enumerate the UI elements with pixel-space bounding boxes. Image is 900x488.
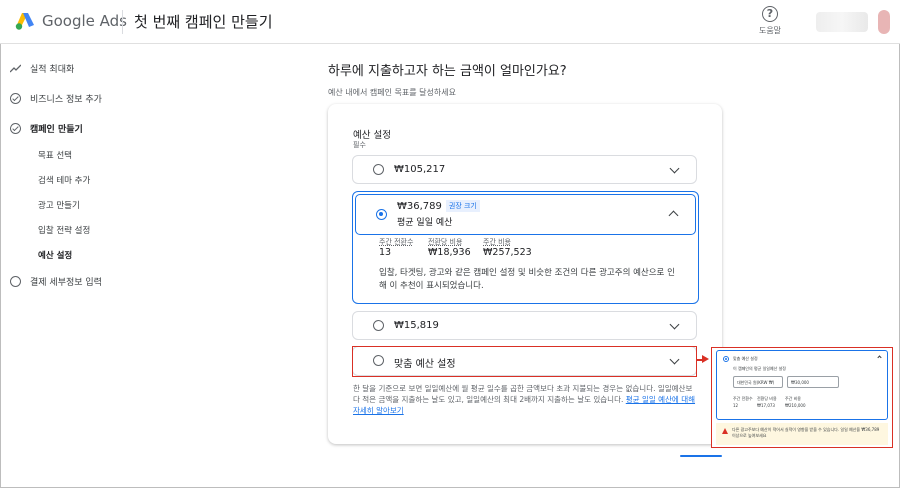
radio-button[interactable]	[373, 320, 384, 331]
option-amount: ₩105,217	[394, 164, 446, 175]
circle-icon	[10, 276, 21, 287]
arrow-head-icon	[702, 355, 709, 363]
budget-option-recommended[interactable]: ₩36,789 권장 크기 평균 일일 예산 주간 전환수 13 전환당 비용 ₩…	[352, 191, 699, 304]
radio-button-selected	[723, 356, 729, 362]
required-label: 필수	[353, 141, 366, 149]
stat-value: ₩257,523	[483, 247, 532, 258]
top-bar: Google Ads 첫 번째 캠페인 만들기 ? 도움말	[0, 0, 900, 44]
zoomed-custom-budget-panel: 맞춤 예산 설정 이 캠페인의 평균 일일예산 설정 대한민국 원(KRW ₩)…	[711, 347, 893, 448]
avatar[interactable]	[878, 10, 890, 34]
sidebar-item-label: 비즈니스 정보 추가	[30, 95, 102, 105]
page-title: 첫 번째 캠페인 만들기	[134, 13, 273, 31]
next-button[interactable]	[680, 455, 722, 457]
main-subtitle: 예산 내에서 캠페인 목표를 달성하세요	[328, 88, 456, 97]
warning-icon	[722, 428, 728, 434]
option-amount-line: ₩36,789 권장 크기	[397, 200, 480, 212]
brand-name: Google Ads	[42, 12, 127, 30]
recommended-badge: 권장 크기	[445, 200, 480, 212]
help-icon: ?	[762, 6, 778, 22]
highlight-box	[352, 346, 697, 377]
zoom-stat-value: 12	[733, 403, 739, 408]
option-header[interactable]: ₩36,789 권장 크기 평균 일일 예산	[355, 194, 696, 235]
stat-value: ₩18,936	[428, 247, 471, 258]
stat-value: 13	[379, 247, 392, 258]
check-circle-icon	[10, 123, 21, 134]
main-heading: 하루에 지출하고자 하는 금액이 얼마인가요?	[328, 64, 567, 79]
sidebar-item-create-campaign[interactable]: 캠페인 만들기	[10, 122, 83, 135]
option-amount: ₩36,789	[397, 201, 442, 212]
zoom-stat-label: 주간 비용	[785, 396, 801, 401]
currency-select: 대한민국 원(KRW ₩)	[733, 376, 783, 388]
check-circle-icon	[10, 93, 21, 104]
zoom-stat-label: 전환당 비용	[757, 396, 777, 401]
budget-warning: 다른 광고주보다 예산이 적어서 실적이 영향을 받을 수 있습니다. 일일 예…	[716, 423, 888, 445]
chevron-down-icon[interactable]	[669, 163, 680, 174]
option-sublabel: 평균 일일 예산	[397, 218, 453, 228]
amount-input: ₩30,000	[787, 376, 839, 388]
chevron-up-icon[interactable]	[668, 210, 679, 221]
sidebar-subitem-goal[interactable]: 목표 선택	[38, 149, 72, 161]
stat-label: 주간 전환수	[379, 238, 414, 246]
stat-label: 전환당 비용	[428, 238, 463, 246]
zoom-title: 맞춤 예산 설정	[733, 356, 758, 361]
sidebar-item-business-info[interactable]: 비즈니스 정보 추가	[10, 92, 102, 105]
sidebar-item-label: 실적 최대화	[30, 65, 75, 75]
radio-button[interactable]	[373, 164, 384, 175]
budget-option-1[interactable]: ₩105,217	[352, 155, 697, 184]
sidebar-item-performance-max[interactable]: 실적 최대화	[10, 62, 74, 75]
trending-icon	[10, 64, 21, 73]
sidebar-item-label: 결제 세부정보 입력	[30, 278, 102, 288]
budget-option-3[interactable]: ₩15,819	[352, 311, 697, 340]
chevron-down-icon[interactable]	[669, 319, 680, 330]
chevron-up-icon	[877, 355, 882, 360]
sidebar-subitem-bidding[interactable]: 입찰 전략 설정	[38, 224, 90, 236]
radio-button-selected[interactable]	[376, 209, 387, 220]
sidebar-item-payment[interactable]: 결제 세부정보 입력	[10, 275, 102, 288]
zoom-prompt: 이 캠페인의 평균 일일예산 설정	[733, 366, 786, 371]
zoom-stat-label: 주간 전환수	[733, 396, 753, 401]
budget-footnote: 한 달을 기준으로 보면 일일예산에 월 평균 일수를 곱한 금액보다 초과 지…	[353, 383, 698, 416]
header-divider	[122, 10, 123, 34]
sidebar-subitem-search-theme[interactable]: 검색 테마 추가	[38, 174, 90, 186]
sidebar-item-label: 캠페인 만들기	[30, 125, 83, 135]
zoom-stat-value: ₩17,073	[757, 403, 775, 408]
zoom-custom-option: 맞춤 예산 설정 이 캠페인의 평균 일일예산 설정 대한민국 원(KRW ₩)…	[716, 350, 888, 420]
sidebar-subitem-budget[interactable]: 예산 설정	[38, 249, 72, 261]
zoom-stat-value: ₩210,000	[785, 403, 806, 408]
stat-label: 주간 비용	[483, 238, 511, 246]
help-label: 도움말	[758, 26, 782, 35]
option-amount: ₩15,819	[394, 320, 439, 331]
account-info[interactable]	[816, 12, 868, 32]
warning-text: 다른 광고주보다 예산이 적어서 실적이 영향을 받을 수 있습니다. 일일 예…	[732, 427, 880, 438]
recommendation-description: 입찰, 타겟팅, 광고와 같은 캠페인 설정 및 비슷한 조건의 다른 광고주의…	[379, 268, 675, 291]
card-title: 예산 설정	[353, 130, 391, 141]
google-ads-logo	[15, 13, 34, 30]
sidebar-subitem-create-ads[interactable]: 광고 만들기	[38, 199, 80, 211]
help-button[interactable]: ? 도움말	[752, 6, 788, 36]
